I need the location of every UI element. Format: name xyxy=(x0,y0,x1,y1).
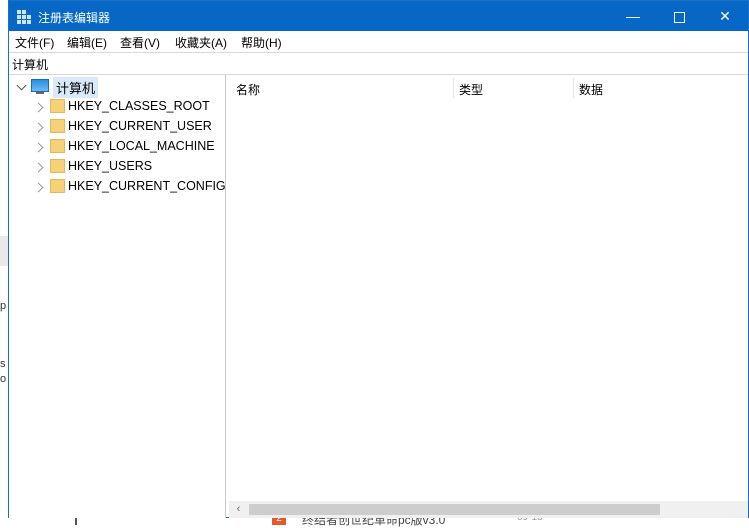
folder-icon xyxy=(50,119,65,133)
column-name[interactable]: 名称 xyxy=(236,81,260,98)
tree-item-label[interactable]: HKEY_CLASSES_ROOT xyxy=(68,99,210,113)
folder-icon xyxy=(50,99,65,113)
column-type[interactable]: 类型 xyxy=(459,81,483,98)
minimize-icon: — xyxy=(626,8,640,24)
column-divider[interactable] xyxy=(573,78,574,98)
registry-app-icon xyxy=(17,10,31,24)
maximize-icon xyxy=(673,11,685,23)
background-letter: p xyxy=(0,300,7,312)
registry-tree: 计算机 HKEY_CLASSES_ROOT HKEY_CURRENT_USER … xyxy=(9,75,226,518)
folder-icon xyxy=(50,159,65,173)
chevron-right-icon[interactable] xyxy=(33,142,44,153)
background-letter: s xyxy=(0,358,6,370)
list-header: 名称 类型 数据 xyxy=(229,75,748,100)
registry-editor-window: 注册表编辑器 — ✕ 文件(F) 编辑(E) 查看(V) 收藏夹(A) 帮助(H… xyxy=(8,0,749,518)
menu-view[interactable]: 查看(V) xyxy=(120,34,160,51)
chevron-right-icon[interactable] xyxy=(33,182,44,193)
horizontal-scrollbar[interactable]: ‹ xyxy=(229,501,748,518)
close-icon: ✕ xyxy=(719,8,731,24)
maximize-button[interactable] xyxy=(656,1,702,31)
computer-icon xyxy=(31,79,49,92)
background-panel xyxy=(0,236,8,266)
tree-item-label[interactable]: HKEY_USERS xyxy=(68,159,152,173)
folder-icon xyxy=(50,179,65,193)
address-bar[interactable]: 计算机 xyxy=(9,52,748,75)
menu-bar: 文件(F) 编辑(E) 查看(V) 收藏夹(A) 帮助(H) xyxy=(9,31,748,52)
minimize-button[interactable]: — xyxy=(610,1,656,31)
title-bar[interactable]: 注册表编辑器 — ✕ xyxy=(9,1,748,31)
window-title: 注册表编辑器 xyxy=(38,11,111,25)
chevron-right-icon[interactable] xyxy=(33,162,44,173)
chevron-right-icon[interactable] xyxy=(33,102,44,113)
values-list: 名称 类型 数据 ‹ xyxy=(229,75,748,518)
menu-help[interactable]: 帮助(H) xyxy=(241,34,282,51)
background-letter: o xyxy=(0,373,7,385)
tree-item-label[interactable]: HKEY_LOCAL_MACHINE xyxy=(68,139,215,153)
close-button[interactable]: ✕ xyxy=(702,1,748,31)
tree-root-label[interactable]: 计算机 xyxy=(53,77,99,98)
column-data[interactable]: 数据 xyxy=(579,81,603,98)
menu-file[interactable]: 文件(F) xyxy=(15,34,54,51)
column-divider[interactable] xyxy=(453,78,454,98)
tree-item-label[interactable]: HKEY_CURRENT_CONFIG xyxy=(68,179,226,193)
tree-item-label[interactable]: HKEY_CURRENT_USER xyxy=(68,119,212,133)
scrollbar-thumb[interactable] xyxy=(249,504,660,515)
chevron-right-icon[interactable] xyxy=(33,122,44,133)
menu-favorites[interactable]: 收藏夹(A) xyxy=(175,34,227,51)
menu-edit[interactable]: 编辑(E) xyxy=(67,34,107,51)
chevron-down-icon[interactable] xyxy=(16,80,27,91)
scroll-left-icon[interactable]: ‹ xyxy=(231,502,246,517)
address-path[interactable]: 计算机 xyxy=(12,56,48,73)
folder-icon xyxy=(50,139,65,153)
